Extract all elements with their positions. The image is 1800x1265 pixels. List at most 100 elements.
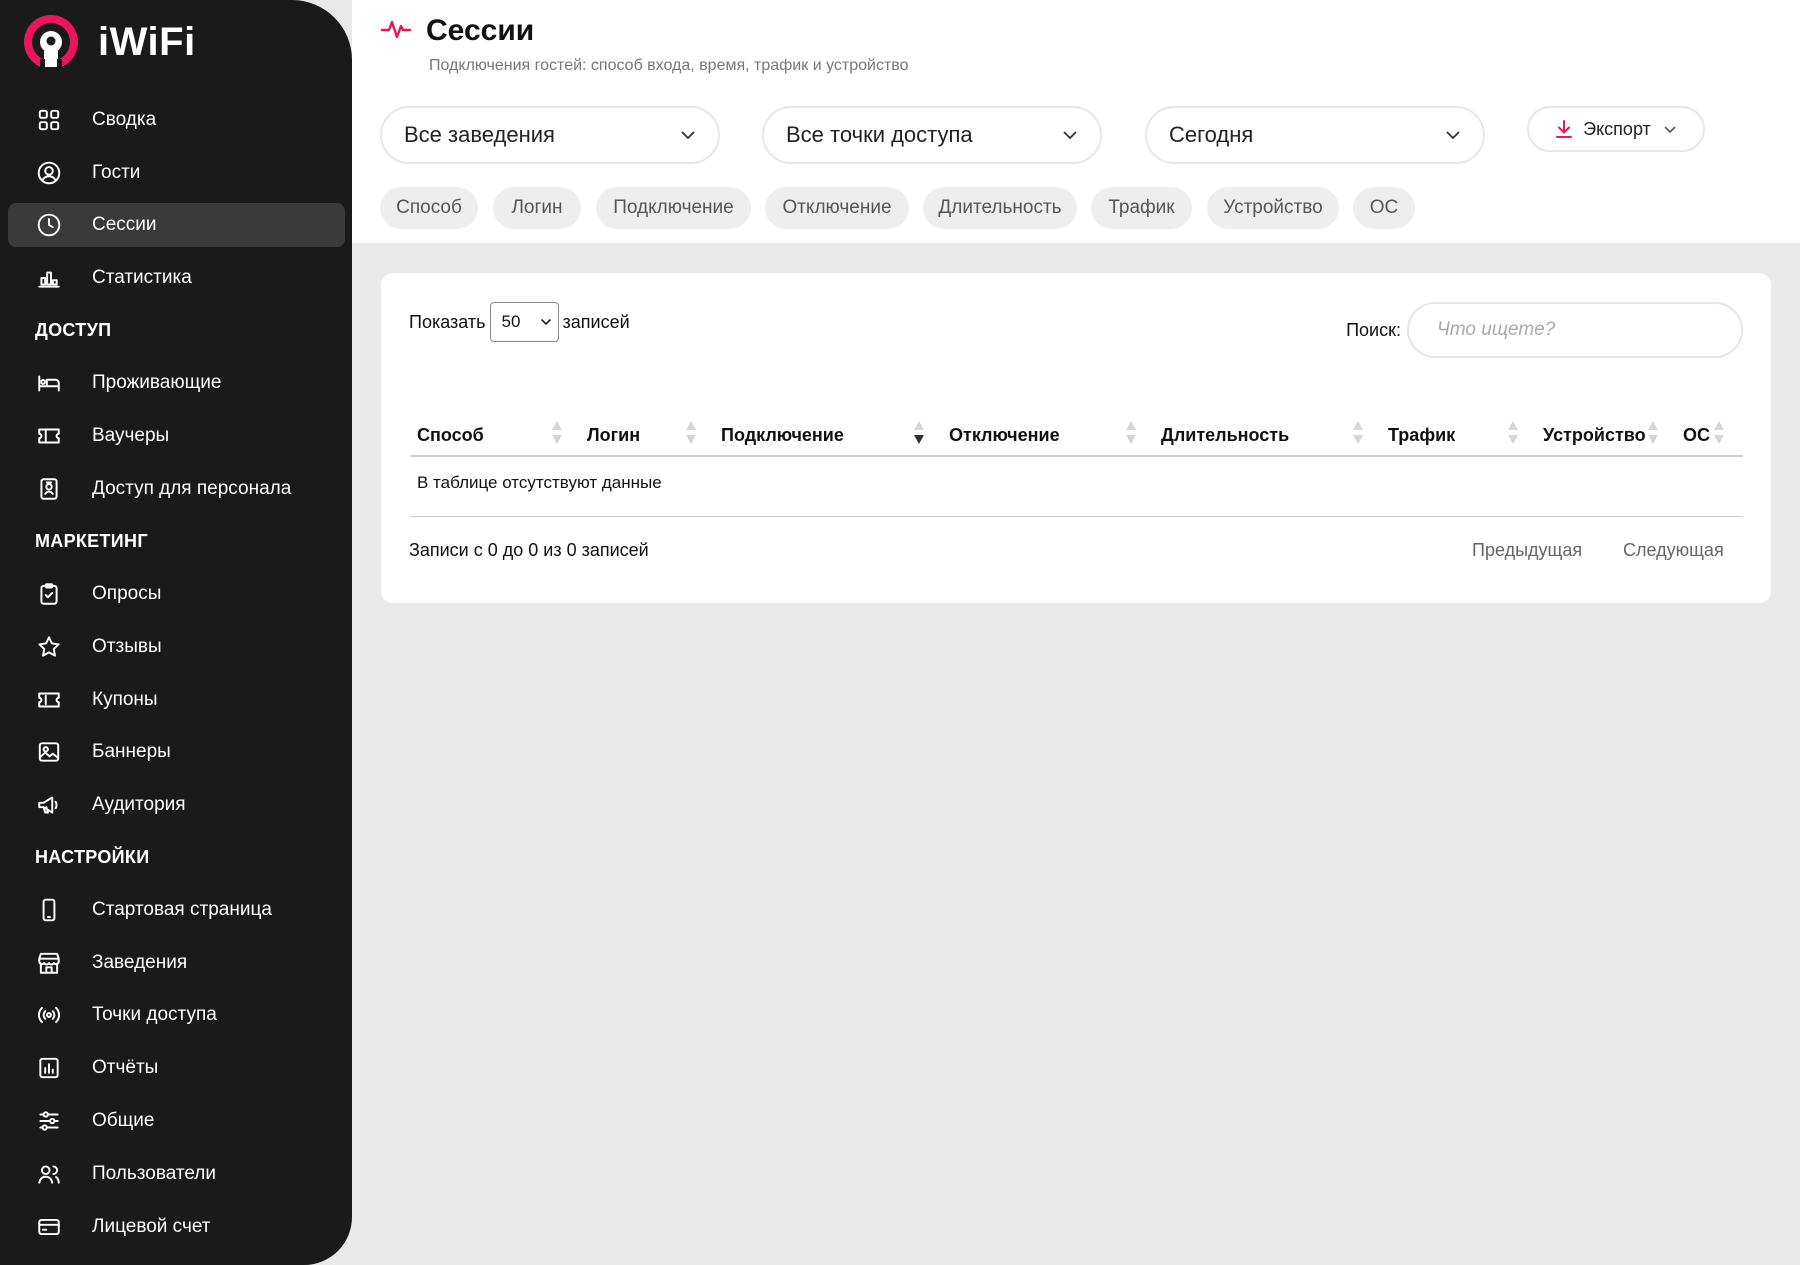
sidebar-item-label: Доступ для персонала bbox=[92, 478, 292, 499]
sidebar-item-reports[interactable]: Отчёты bbox=[8, 1046, 345, 1090]
sidebar-item-reviews[interactable]: Отзывы bbox=[8, 625, 345, 669]
search-input[interactable] bbox=[1407, 302, 1743, 358]
column-header-method[interactable]: Способ bbox=[417, 418, 484, 452]
sidebar-item-access-points[interactable]: Точки доступа bbox=[8, 993, 345, 1037]
sidebar-item-label: Статистика bbox=[92, 267, 192, 288]
period-select[interactable]: Сегодня bbox=[1145, 106, 1485, 164]
sidebar-item-residents[interactable]: Проживающие bbox=[8, 361, 345, 405]
coupon-icon bbox=[36, 687, 62, 713]
page-size-control: Показать 50 записей bbox=[409, 302, 630, 342]
page-size-select[interactable]: 50 bbox=[489, 302, 559, 342]
sidebar-item-coupons[interactable]: Купоны bbox=[8, 678, 345, 722]
export-button[interactable]: Экспорт bbox=[1527, 106, 1705, 152]
section-settings-heading: НАСТРОЙКИ bbox=[35, 847, 150, 867]
image-icon bbox=[36, 739, 62, 765]
sidebar-item-statistics[interactable]: Статистика bbox=[8, 256, 345, 300]
chevron-down-icon bbox=[540, 318, 551, 326]
period-select-value: Сегодня bbox=[1169, 122, 1254, 147]
column-chip-login[interactable]: Логин bbox=[493, 187, 581, 229]
sort-icon bbox=[1714, 421, 1724, 444]
sidebar-item-summary[interactable]: Сводка bbox=[8, 98, 345, 142]
sidebar-item-label: Гости bbox=[92, 162, 141, 183]
sort-icon bbox=[1126, 421, 1136, 444]
sort-icon bbox=[1648, 421, 1658, 444]
ticket-icon bbox=[36, 423, 62, 449]
sidebar-item-label: Сводка bbox=[92, 109, 157, 130]
sidebar: iWiFi Сводка Гости Сессии Статистика ДОС… bbox=[0, 0, 352, 1265]
sidebar-item-label: Баннеры bbox=[92, 741, 171, 762]
table-empty-message: В таблице отсутствуют данные bbox=[417, 473, 662, 492]
column-header-os[interactable]: ОС bbox=[1683, 418, 1710, 452]
card-icon bbox=[36, 1214, 62, 1240]
sidebar-item-guests[interactable]: Гости bbox=[8, 151, 345, 195]
sidebar-item-label: Заведения bbox=[92, 952, 188, 973]
chevron-down-icon bbox=[1063, 131, 1077, 140]
brand-logo[interactable]: iWiFi bbox=[24, 14, 196, 70]
sidebar-item-start-page[interactable]: Стартовая страница bbox=[8, 888, 345, 932]
column-chip-device[interactable]: Устройство bbox=[1207, 187, 1339, 229]
column-header-login[interactable]: Логин bbox=[587, 418, 640, 452]
sidebar-item-sessions[interactable]: Сессии bbox=[8, 203, 345, 247]
sort-desc-icon bbox=[914, 421, 924, 444]
column-header-traffic[interactable]: Трафик bbox=[1388, 418, 1455, 452]
user-circle-icon bbox=[36, 160, 62, 186]
sidebar-item-label: Опросы bbox=[92, 583, 162, 604]
sidebar-item-label: Отчёты bbox=[92, 1057, 159, 1078]
sidebar-item-banners[interactable]: Баннеры bbox=[8, 730, 345, 774]
column-header-connection[interactable]: Подключение bbox=[721, 418, 844, 452]
pulse-icon bbox=[380, 16, 412, 47]
column-chip-traffic[interactable]: Трафик bbox=[1091, 187, 1192, 229]
badge-icon bbox=[36, 476, 62, 502]
table-body-divider bbox=[410, 516, 1743, 517]
star-icon bbox=[36, 634, 62, 660]
report-icon bbox=[36, 1055, 62, 1081]
page-size-value: 50 bbox=[501, 312, 521, 331]
column-chip-method[interactable]: Способ bbox=[380, 187, 478, 229]
pagination-previous[interactable]: Предыдущая bbox=[1472, 540, 1582, 561]
page-subtitle: Подключения гостей: способ входа, время,… bbox=[429, 57, 909, 74]
column-header-duration[interactable]: Длительность bbox=[1161, 418, 1289, 452]
bed-icon bbox=[36, 370, 62, 396]
chevron-down-icon bbox=[1664, 125, 1676, 133]
section-marketing-heading: МАРКЕТИНГ bbox=[35, 531, 148, 551]
search-label: Поиск: bbox=[1346, 319, 1401, 340]
chevron-down-icon bbox=[681, 131, 695, 140]
venue-select[interactable]: Все заведения bbox=[380, 106, 720, 164]
column-chip-duration[interactable]: Длительность bbox=[923, 187, 1077, 229]
sidebar-item-users[interactable]: Пользователи bbox=[8, 1152, 345, 1196]
megaphone-icon bbox=[36, 792, 62, 818]
pagination-next[interactable]: Следующая bbox=[1623, 540, 1724, 561]
sidebar-item-audience[interactable]: Аудитория bbox=[8, 783, 345, 827]
sidebar-item-account[interactable]: Лицевой счет bbox=[8, 1205, 345, 1249]
sort-icon bbox=[552, 421, 562, 444]
sort-icon bbox=[1508, 421, 1518, 444]
logo-mark-icon bbox=[24, 15, 78, 69]
table-info: Записи с 0 до 0 из 0 записей bbox=[409, 540, 649, 560]
sidebar-item-venues[interactable]: Заведения bbox=[8, 941, 345, 985]
sidebar-item-vouchers[interactable]: Ваучеры bbox=[8, 414, 345, 458]
chevron-down-icon bbox=[1446, 131, 1460, 140]
download-icon bbox=[1556, 120, 1573, 138]
store-icon bbox=[36, 950, 62, 976]
column-header-device[interactable]: Устройство bbox=[1543, 418, 1646, 452]
column-chip-connection[interactable]: Подключение bbox=[596, 187, 751, 229]
sidebar-item-label: Стартовая страница bbox=[92, 899, 272, 920]
column-header-disconnection[interactable]: Отключение bbox=[949, 418, 1060, 452]
phone-icon bbox=[36, 897, 62, 923]
access-point-select[interactable]: Все точки доступа bbox=[762, 106, 1102, 164]
bar-chart-icon bbox=[36, 265, 62, 291]
sidebar-item-staff-access[interactable]: Доступ для персонала bbox=[8, 467, 345, 511]
sidebar-item-label: Сессии bbox=[92, 214, 157, 235]
sidebar-item-general[interactable]: Общие bbox=[8, 1099, 345, 1143]
show-suffix: записей bbox=[562, 311, 630, 332]
sidebar-item-label: Отзывы bbox=[92, 636, 162, 657]
search-control: Поиск: bbox=[1346, 302, 1743, 358]
sort-icon bbox=[686, 421, 696, 444]
sidebar-item-surveys[interactable]: Опросы bbox=[8, 572, 345, 616]
column-chip-os[interactable]: ОС bbox=[1353, 187, 1415, 229]
broadcast-icon bbox=[36, 1002, 62, 1028]
column-chip-disconnection[interactable]: Отключение bbox=[765, 187, 909, 229]
sidebar-item-label: Аудитория bbox=[92, 794, 186, 815]
show-prefix: Показать bbox=[409, 311, 486, 332]
sidebar-item-label: Ваучеры bbox=[92, 425, 170, 446]
